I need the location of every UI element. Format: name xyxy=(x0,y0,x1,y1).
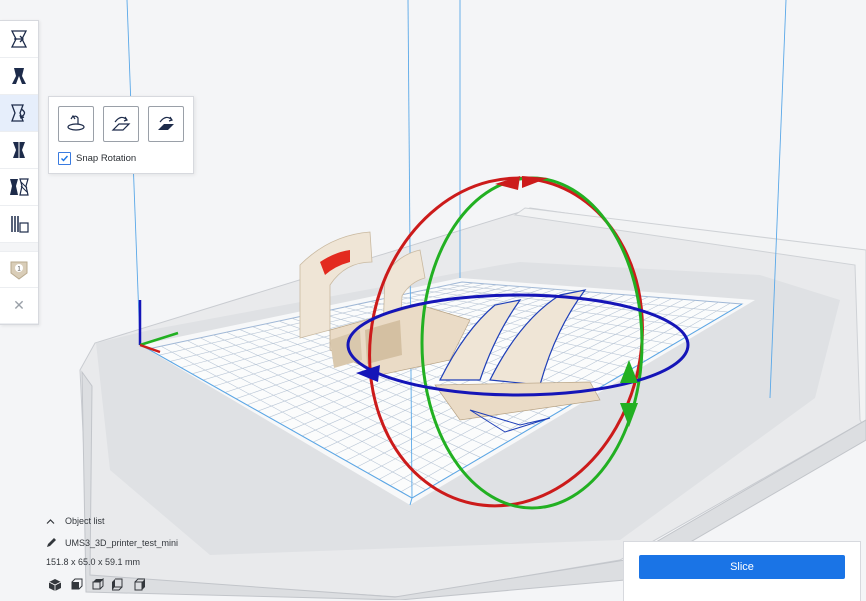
support-blocker-icon xyxy=(11,216,29,233)
view-3d-icon[interactable] xyxy=(48,578,62,592)
lay-flat-icon xyxy=(111,116,131,131)
move-icon xyxy=(10,30,28,48)
view-orientation-buttons xyxy=(48,578,146,592)
extruder-icon: 1 xyxy=(10,261,28,280)
chevron-up-icon xyxy=(46,518,55,524)
slice-button[interactable]: Slice xyxy=(639,555,845,579)
support-blocker-tool[interactable] xyxy=(0,206,38,243)
toolbar-separator xyxy=(0,243,38,252)
select-face-to-align-button[interactable] xyxy=(148,106,184,142)
reset-rotation-button[interactable] xyxy=(58,106,94,142)
slice-panel: Slice xyxy=(623,541,861,601)
3d-viewport[interactable] xyxy=(0,0,866,600)
per-model-settings-icon xyxy=(10,178,29,196)
snap-rotation-checkbox[interactable] xyxy=(58,152,71,165)
object-name-row[interactable]: UMS3_3D_printer_test_mini xyxy=(46,537,178,548)
view-right-icon[interactable] xyxy=(132,578,146,592)
mirror-icon xyxy=(13,142,25,158)
checkmark-icon xyxy=(61,155,69,162)
mirror-tool[interactable] xyxy=(0,132,38,169)
object-list-label: Object list xyxy=(65,516,105,526)
object-name: UMS3_3D_printer_test_mini xyxy=(65,537,179,548)
tool-panel: 1 ✕ xyxy=(0,20,39,325)
extruder-selector[interactable]: 1 xyxy=(0,252,38,288)
view-front-icon[interactable] xyxy=(69,578,83,592)
rotate-icon xyxy=(11,104,26,122)
select-face-to-align-icon xyxy=(158,116,174,130)
scale-icon xyxy=(12,68,26,84)
rotate-tool-panel: Snap Rotation xyxy=(48,96,194,174)
view-left-icon[interactable] xyxy=(111,578,125,592)
per-model-settings-tool[interactable] xyxy=(0,169,38,206)
view-top-icon[interactable] xyxy=(90,578,104,592)
object-dimensions: 151.8 x 65.0 x 59.1 mm xyxy=(46,557,141,567)
rotate-tool[interactable] xyxy=(0,95,38,132)
scale-tool[interactable] xyxy=(0,58,38,95)
pencil-icon[interactable] xyxy=(46,537,57,548)
close-tool-button[interactable]: ✕ xyxy=(0,288,38,324)
object-list-toggle[interactable]: Object list xyxy=(46,516,105,526)
snap-rotation-row[interactable]: Snap Rotation xyxy=(58,152,136,165)
snap-rotation-label: Snap Rotation xyxy=(76,153,137,164)
move-tool[interactable] xyxy=(0,21,38,58)
close-icon: ✕ xyxy=(13,297,25,313)
lay-flat-button[interactable] xyxy=(103,106,139,142)
reset-rotation-icon xyxy=(67,114,85,131)
